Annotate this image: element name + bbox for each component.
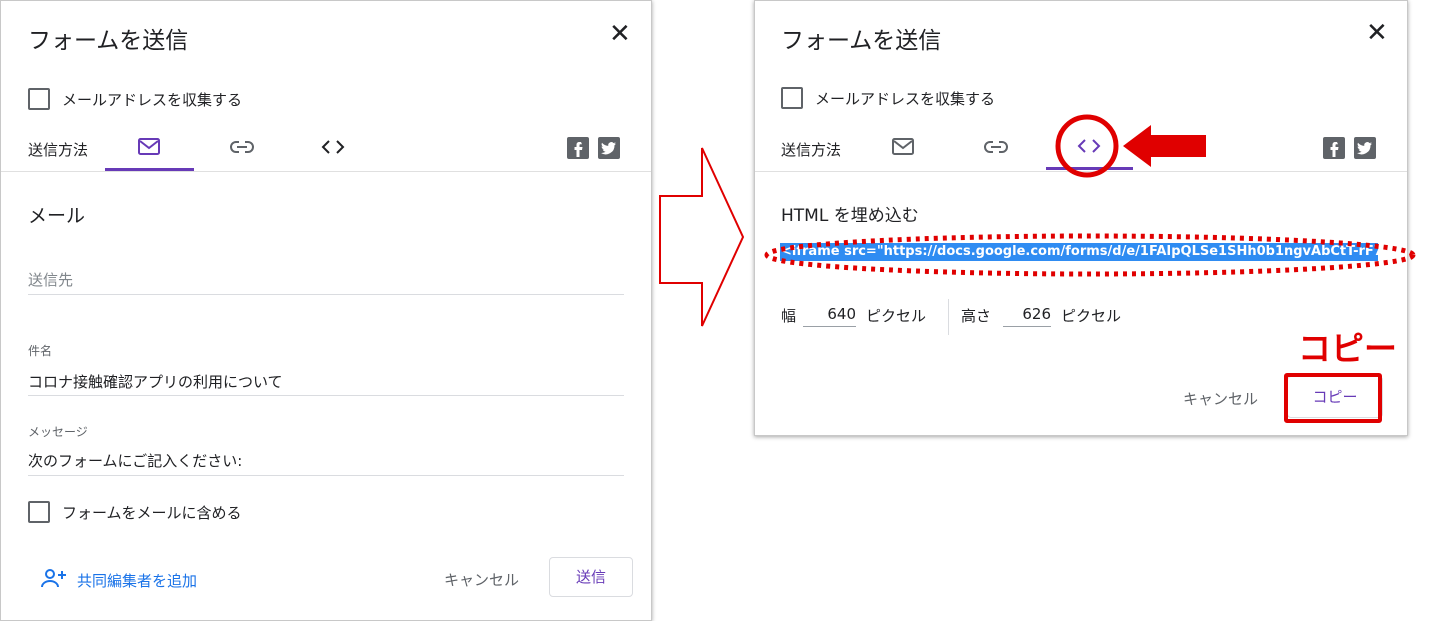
include-form-label: フォームをメールに含める <box>62 504 242 522</box>
send-via-label: 送信方法 <box>28 141 89 159</box>
left-arrow-icon <box>1123 125 1206 167</box>
width-underline <box>803 326 856 327</box>
collect-email-checkbox[interactable] <box>781 87 803 109</box>
person-add-icon <box>41 569 66 588</box>
embed-tab-highlight-circle <box>1055 114 1119 178</box>
subject-input[interactable]: コロナ接触確認アプリの利用について <box>28 371 283 392</box>
cancel-button[interactable]: キャンセル <box>1183 388 1258 409</box>
collect-email-label: メールアドレスを収集する <box>62 91 243 109</box>
tab-email[interactable] <box>137 137 161 161</box>
send-form-dialog-email: フォームを送信 ✕ メールアドレスを収集する 送信方法 メール 送信先 件名 コ… <box>0 0 652 621</box>
tab-link[interactable] <box>229 138 255 160</box>
tab-embed[interactable] <box>321 138 345 160</box>
twitter-icon <box>601 142 616 155</box>
link-icon <box>230 141 254 153</box>
subject-underline <box>28 395 624 396</box>
message-input[interactable]: 次のフォームにご記入ください: <box>28 450 242 471</box>
width-input[interactable]: 640 <box>803 305 856 323</box>
section-title-email: メール <box>28 205 86 227</box>
add-collaborators-label[interactable]: 共同編集者を追加 <box>77 570 197 591</box>
collect-email-checkbox[interactable] <box>28 88 50 110</box>
height-input[interactable]: 626 <box>1003 305 1051 323</box>
height-unit: ピクセル <box>1061 307 1122 325</box>
copy-button-highlight-rect <box>1284 373 1382 423</box>
mail-icon <box>138 138 160 155</box>
dialog-title: フォームを送信 <box>781 28 942 54</box>
recipients-input[interactable]: 送信先 <box>28 269 73 290</box>
close-icon[interactable]: ✕ <box>1366 20 1388 46</box>
message-label: メッセージ <box>28 425 88 439</box>
width-unit: ピクセル <box>866 307 927 325</box>
tabs-divider <box>1 171 651 172</box>
subject-label: 件名 <box>28 344 53 358</box>
collect-email-label: メールアドレスを収集する <box>815 90 996 108</box>
height-label: 高さ <box>961 307 992 325</box>
height-underline <box>1003 326 1051 327</box>
facebook-share-button[interactable] <box>567 137 589 159</box>
facebook-icon <box>574 142 583 157</box>
recipients-underline <box>28 294 624 295</box>
embed-code-icon <box>321 140 345 154</box>
close-icon[interactable]: ✕ <box>609 21 631 47</box>
dimension-separator <box>948 299 949 335</box>
cancel-button[interactable]: キャンセル <box>444 569 519 590</box>
embed-code-highlight-ellipse <box>764 233 1416 277</box>
right-arrow-annotation <box>659 147 745 327</box>
include-form-checkbox[interactable] <box>28 501 50 523</box>
send-button[interactable]: 送信 <box>549 557 633 597</box>
red-annotations <box>764 114 1416 277</box>
width-label: 幅 <box>781 307 797 325</box>
message-underline <box>28 475 624 476</box>
copy-callout-text: コピー <box>1298 329 1397 368</box>
dialog-title: フォームを送信 <box>28 28 189 54</box>
twitter-share-button[interactable] <box>598 137 620 159</box>
add-collaborators-button[interactable] <box>41 568 67 592</box>
